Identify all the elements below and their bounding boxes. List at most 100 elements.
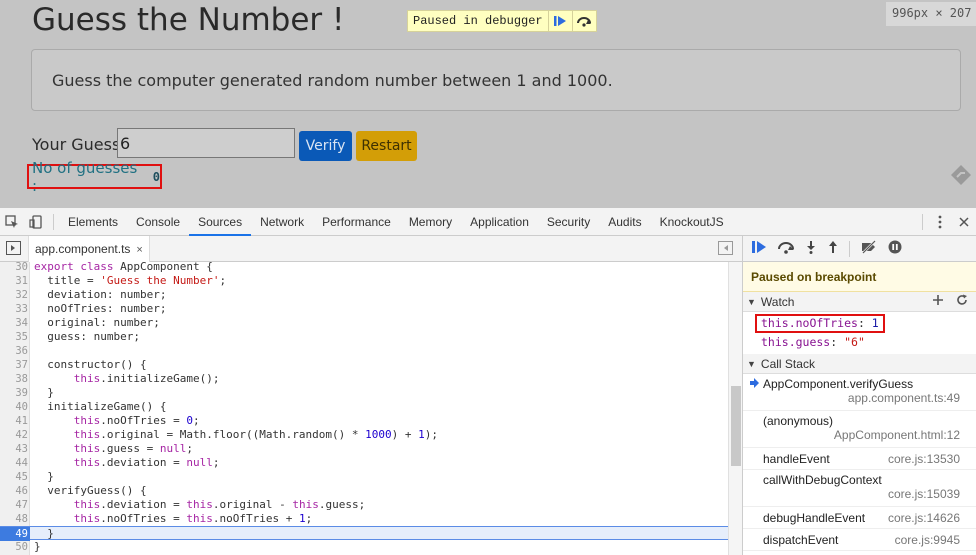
watch-separator: : [830, 335, 845, 349]
code-line: 38 this.initializeGame(); [0, 372, 728, 386]
code-text: } [34, 470, 54, 483]
resume-icon [752, 241, 766, 253]
code-text: export class AppComponent { [34, 260, 213, 273]
line-number[interactable]: 44 [0, 456, 28, 470]
code-text: noOfTries: number; [34, 302, 167, 315]
refresh-watch-button[interactable] [956, 294, 968, 309]
callstack-frame[interactable]: callWithDebugContext core.js:15039 [743, 470, 976, 507]
line-number[interactable]: 39 [0, 386, 28, 400]
code-text: this.deviation = this.original - this.gu… [73, 498, 366, 511]
tab-audits[interactable]: Audits [599, 208, 650, 236]
code-editor[interactable]: 30 export class AppComponent {31 title = … [0, 260, 728, 555]
file-tab-app-component[interactable]: app.component.ts × [28, 236, 150, 262]
frame-location[interactable]: app.component.ts:49 [763, 391, 976, 405]
guesses-label: No of guesses : [32, 158, 138, 195]
line-number[interactable]: 34 [0, 316, 28, 330]
step-into-button[interactable] [805, 240, 817, 257]
tab-security[interactable]: Security [538, 208, 599, 236]
guesses-count: 0 [152, 169, 160, 184]
frame-location[interactable]: core.js:9945 [895, 533, 976, 547]
code-text: guess: number; [34, 330, 140, 343]
code-line: 32 deviation: number; [0, 288, 728, 302]
tab-elements[interactable]: Elements [59, 208, 127, 236]
toggle-debugger-button[interactable] [718, 241, 733, 260]
tab-performance[interactable]: Performance [313, 208, 400, 236]
toolbar-divider-right [922, 213, 923, 230]
line-number[interactable]: 50 [0, 540, 28, 554]
line-number[interactable]: 46 [0, 484, 28, 498]
step-out-button[interactable] [827, 240, 839, 257]
step-out-icon [829, 241, 837, 253]
scrollbar-thumb[interactable] [731, 386, 741, 466]
frame-location[interactable]: core.js:15039 [763, 487, 976, 501]
tab-console[interactable]: Console [127, 208, 189, 236]
toggle-navigator-button[interactable] [6, 241, 21, 260]
inspect-element-button[interactable] [0, 208, 24, 236]
code-text: this.deviation = null; [73, 456, 220, 469]
line-number[interactable]: 36 [0, 344, 28, 358]
line-number[interactable]: 37 [0, 358, 28, 372]
code-line: 37 constructor() { [0, 358, 728, 372]
line-number[interactable]: 40 [0, 400, 28, 414]
editor-scrollbar[interactable] [728, 262, 742, 555]
info-text: Guess the computer generated random numb… [52, 71, 613, 90]
frame-location[interactable]: core.js:13530 [888, 452, 976, 466]
resume-execution-button[interactable] [751, 240, 767, 257]
line-number[interactable]: 31 [0, 274, 28, 288]
watch-expression[interactable]: this.noOfTries: 1 [743, 314, 976, 333]
line-number[interactable]: 33 [0, 302, 28, 316]
expand-triangle-icon: ▼ [747, 296, 756, 307]
tab-network[interactable]: Network [251, 208, 313, 236]
code-text: } [34, 527, 54, 540]
line-number[interactable]: 45 [0, 470, 28, 484]
code-line: 44 this.deviation = null; [0, 456, 728, 470]
callstack-frame[interactable]: dispatchEvent core.js:9945 [743, 529, 976, 551]
frame-location[interactable]: AppComponent.html:12 [763, 428, 976, 442]
device-toolbar-button[interactable] [24, 208, 48, 236]
watch-expression[interactable]: this.guess: "6" [743, 333, 976, 352]
tab-application[interactable]: Application [461, 208, 538, 236]
pause-on-exceptions-button[interactable] [888, 240, 902, 257]
line-number[interactable]: 30 [0, 260, 28, 274]
step-over-next-button[interactable] [777, 240, 795, 257]
line-number[interactable]: 35 [0, 330, 28, 344]
watch-entry: this.guess: "6" [761, 335, 865, 349]
debugger-sidebar: Paused on breakpoint ▼ Watch this.noOfTr… [742, 236, 976, 555]
line-number[interactable]: 47 [0, 498, 28, 512]
tab-sources[interactable]: Sources [189, 208, 252, 236]
code-line: 36 [0, 344, 728, 358]
step-over-button[interactable] [571, 11, 596, 31]
line-number[interactable]: 43 [0, 442, 28, 456]
more-options-button[interactable] [928, 208, 952, 236]
callstack-frame[interactable]: (anonymous) AppComponent.html:12 [743, 411, 976, 448]
tab-memory[interactable]: Memory [400, 208, 461, 236]
line-number[interactable]: 48 [0, 512, 28, 526]
line-number[interactable]: 42 [0, 428, 28, 442]
callstack-section-header[interactable]: ▼ Call Stack [743, 354, 976, 374]
pause-icon [888, 240, 902, 254]
watch-section-header[interactable]: ▼ Watch [743, 292, 976, 312]
callstack-frame[interactable]: debugHandleEvent core.js:14626 [743, 507, 976, 529]
resume-icon [554, 16, 567, 26]
resume-button[interactable] [547, 11, 572, 31]
device-icon [29, 214, 42, 229]
verify-button[interactable]: Verify [299, 131, 352, 161]
guess-input[interactable]: 6 [117, 128, 295, 158]
tab-knockoutjs[interactable]: KnockoutJS [651, 208, 733, 236]
callstack-frame[interactable]: AppComponent.verifyGuess app.component.ts… [743, 374, 976, 411]
watch-key: this.guess [761, 335, 831, 349]
close-tab-icon[interactable]: × [136, 244, 142, 256]
watch-value: "6" [844, 335, 865, 349]
add-watch-button[interactable] [932, 294, 944, 309]
code-line: 34 original: number; [0, 316, 728, 330]
line-number[interactable]: 49 [0, 527, 30, 541]
line-number[interactable]: 41 [0, 414, 28, 428]
restart-button[interactable]: Restart [356, 131, 417, 161]
deactivate-breakpoints-button[interactable] [860, 240, 878, 257]
frame-location[interactable]: core.js:14626 [888, 511, 976, 525]
frame-function-name: (anonymous) [763, 414, 834, 428]
line-number[interactable]: 38 [0, 372, 28, 386]
line-number[interactable]: 32 [0, 288, 28, 302]
close-devtools-button[interactable] [952, 208, 976, 236]
callstack-frame[interactable]: handleEvent core.js:13530 [743, 448, 976, 470]
